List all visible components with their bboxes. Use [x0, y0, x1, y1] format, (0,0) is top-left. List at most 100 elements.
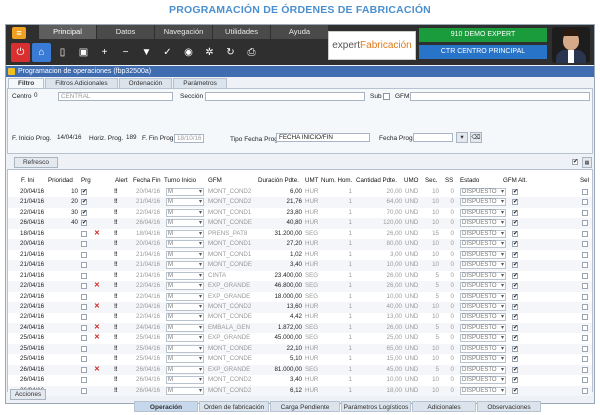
- table-row[interactable]: 22/04/16 ‼ 22/04/16 M MONT_CONDE 4,42HUR 1 13,0…: [8, 312, 592, 323]
- sub-checkbox[interactable]: [383, 93, 390, 100]
- col-num-hom[interactable]: Num. Hom.: [321, 177, 352, 184]
- gfm-alt-checkbox[interactable]: [512, 188, 518, 195]
- table-row[interactable]: 20/04/16 ‼ 20/04/16 M MONT_COND1 27,20HUR 1 80,…: [8, 239, 592, 250]
- tab-filtro[interactable]: Filtro: [8, 78, 45, 88]
- tab-parametros[interactable]: Parámetros: [173, 78, 227, 88]
- prg-checkbox[interactable]: [81, 314, 87, 321]
- estado-select[interactable]: DISPUESTO: [460, 261, 506, 270]
- col-sec[interactable]: Sec.: [425, 177, 437, 184]
- estado-select[interactable]: DISPUESTO: [460, 250, 506, 259]
- table-row[interactable]: 25/04/16 ‼ 25/04/16 M MONT_CONDE 22,10HUR 1 65,…: [8, 343, 592, 355]
- prg-checkbox[interactable]: [81, 272, 87, 279]
- turno-select[interactable]: M: [166, 282, 204, 291]
- hamburger-menu-icon[interactable]: ≡: [12, 27, 26, 39]
- table-row[interactable]: 22/04/16 ✕ ‼ 22/04/16 M MONT_COND2 13,60HUR 1 40…: [8, 301, 592, 313]
- sel-checkbox[interactable]: [582, 272, 588, 279]
- sel-checkbox[interactable]: [582, 377, 588, 384]
- col-gfm-alt[interactable]: GFM Alt.: [503, 177, 527, 184]
- menu-datos[interactable]: Datos: [97, 25, 154, 39]
- turno-select[interactable]: M: [166, 323, 204, 332]
- table-row[interactable]: 25/04/16 ✕ ‼ 25/04/16 M EXP_GRANDE 45.000,00SE…: [8, 333, 592, 344]
- table-row[interactable]: 26/04/16 ‼ 26/04/16 M MONT_COND2 3,40HUR 1 10,0…: [8, 375, 592, 386]
- user-avatar[interactable]: [552, 27, 590, 63]
- sel-checkbox[interactable]: [582, 189, 588, 195]
- estado-select[interactable]: DISPUESTO: [460, 282, 506, 291]
- save-icon[interactable]: ▣: [74, 43, 93, 62]
- sel-checkbox[interactable]: [582, 251, 588, 258]
- settings-icon[interactable]: ✲: [200, 43, 219, 62]
- col-prioridad[interactable]: Prioridad: [48, 177, 73, 184]
- turno-select[interactable]: M: [166, 355, 204, 364]
- gfm-alt-checkbox[interactable]: [512, 345, 518, 352]
- prg-checkbox[interactable]: [81, 262, 87, 269]
- tab-observaciones[interactable]: Observaciones: [477, 401, 541, 412]
- turno-select[interactable]: M: [166, 365, 204, 374]
- fecha-prog-field[interactable]: [413, 133, 453, 142]
- estado-select[interactable]: DISPUESTO: [460, 355, 506, 364]
- gfm-alt-checkbox[interactable]: [512, 324, 518, 331]
- prg-checkbox[interactable]: [81, 324, 87, 331]
- menu-principal[interactable]: Principal: [39, 25, 96, 39]
- tipo-fecha-select[interactable]: FECHA INICIO/FIN: [276, 133, 370, 142]
- col-ss[interactable]: SS: [445, 177, 453, 184]
- table-row[interactable]: 21/04/16 ‼ 21/04/16 M MONT_CONDE 3,40HUR 1 10,0…: [8, 260, 592, 271]
- filter-icon[interactable]: ▼: [137, 43, 156, 62]
- turno-select[interactable]: M: [166, 250, 204, 259]
- target-icon[interactable]: ◉: [179, 43, 198, 62]
- estado-select[interactable]: DISPUESTO: [460, 229, 506, 238]
- turno-select[interactable]: M: [166, 302, 204, 311]
- check-icon[interactable]: ✓: [158, 43, 177, 62]
- tab-operacion[interactable]: Operación: [134, 401, 198, 412]
- table-row[interactable]: 22/04/16 30 ‼ 22/04/16 M MONT_COND1 23,80HUR 1 7…: [8, 208, 592, 219]
- prg-checkbox[interactable]: [81, 345, 87, 352]
- table-row[interactable]: 21/04/16 ‼ 21/04/16 M MONT_COND1 1,02HUR 1 3,00…: [8, 250, 592, 261]
- tab-adicionales[interactable]: Adicionales: [412, 401, 476, 412]
- table-row[interactable]: 24/04/16 ✕ ‼ 24/04/16 M EMBALA_GEN 1.872,00SEG…: [8, 322, 592, 334]
- home-icon[interactable]: ⌂: [32, 42, 51, 62]
- gfm-alt-checkbox[interactable]: [512, 376, 518, 384]
- menu-ayuda[interactable]: Ayuda: [271, 25, 328, 39]
- col-duracion[interactable]: Duración Pdte.: [258, 177, 299, 184]
- turno-select[interactable]: M: [166, 334, 204, 343]
- sel-checkbox[interactable]: [582, 262, 588, 269]
- seccion-field[interactable]: [205, 92, 365, 101]
- gfm-alt-checkbox[interactable]: [512, 387, 518, 394]
- tab-ordenacion[interactable]: Ordenación: [118, 78, 173, 88]
- gfm-alt-checkbox[interactable]: [512, 334, 518, 342]
- menu-utilidades[interactable]: Utilidades: [213, 25, 270, 39]
- gfm-alt-checkbox[interactable]: [512, 366, 518, 373]
- turno-select[interactable]: M: [166, 240, 204, 249]
- gfm-alt-checkbox[interactable]: [512, 282, 518, 290]
- prg-checkbox[interactable]: [81, 387, 87, 394]
- turno-select[interactable]: M: [166, 386, 204, 395]
- gfm-field[interactable]: [410, 92, 590, 101]
- sel-checkbox[interactable]: [582, 209, 588, 216]
- sel-checkbox[interactable]: [582, 324, 588, 331]
- table-row[interactable]: 26/04/16 ✕ ‼ 26/04/16 M EXP_GRANDE 81.000,00SE…: [8, 364, 592, 376]
- sel-checkbox[interactable]: [582, 356, 588, 363]
- table-row[interactable]: 18/04/16 ✕ ‼ 18/04/16 M PRENS_PAT8 31.200,00SE…: [8, 229, 592, 240]
- sel-checkbox[interactable]: [582, 387, 588, 394]
- col-turno[interactable]: Turno Inicio: [164, 177, 196, 184]
- estado-select[interactable]: DISPUESTO: [460, 208, 506, 217]
- sel-checkbox[interactable]: [582, 293, 588, 300]
- prg-checkbox[interactable]: [81, 251, 87, 258]
- new-document-icon[interactable]: ▯: [53, 43, 72, 62]
- select-all-checkbox[interactable]: [572, 158, 578, 165]
- turno-select[interactable]: M: [166, 313, 204, 322]
- clear-icon[interactable]: ⌫: [470, 132, 482, 143]
- estado-select[interactable]: DISPUESTO: [460, 188, 506, 196]
- turno-select[interactable]: M: [166, 188, 204, 196]
- turno-select[interactable]: M: [166, 261, 204, 270]
- add-icon[interactable]: +: [95, 43, 114, 62]
- gfm-alt-checkbox[interactable]: [512, 209, 518, 216]
- estado-select[interactable]: DISPUESTO: [460, 302, 506, 311]
- prg-checkbox[interactable]: [81, 198, 87, 206]
- turno-select[interactable]: M: [166, 376, 204, 385]
- print-icon[interactable]: ⎙: [242, 43, 261, 62]
- prg-checkbox[interactable]: [81, 219, 87, 227]
- prg-checkbox[interactable]: [81, 293, 87, 300]
- sel-checkbox[interactable]: [582, 283, 588, 290]
- estado-select[interactable]: DISPUESTO: [460, 376, 506, 385]
- gfm-alt-checkbox[interactable]: [512, 261, 518, 269]
